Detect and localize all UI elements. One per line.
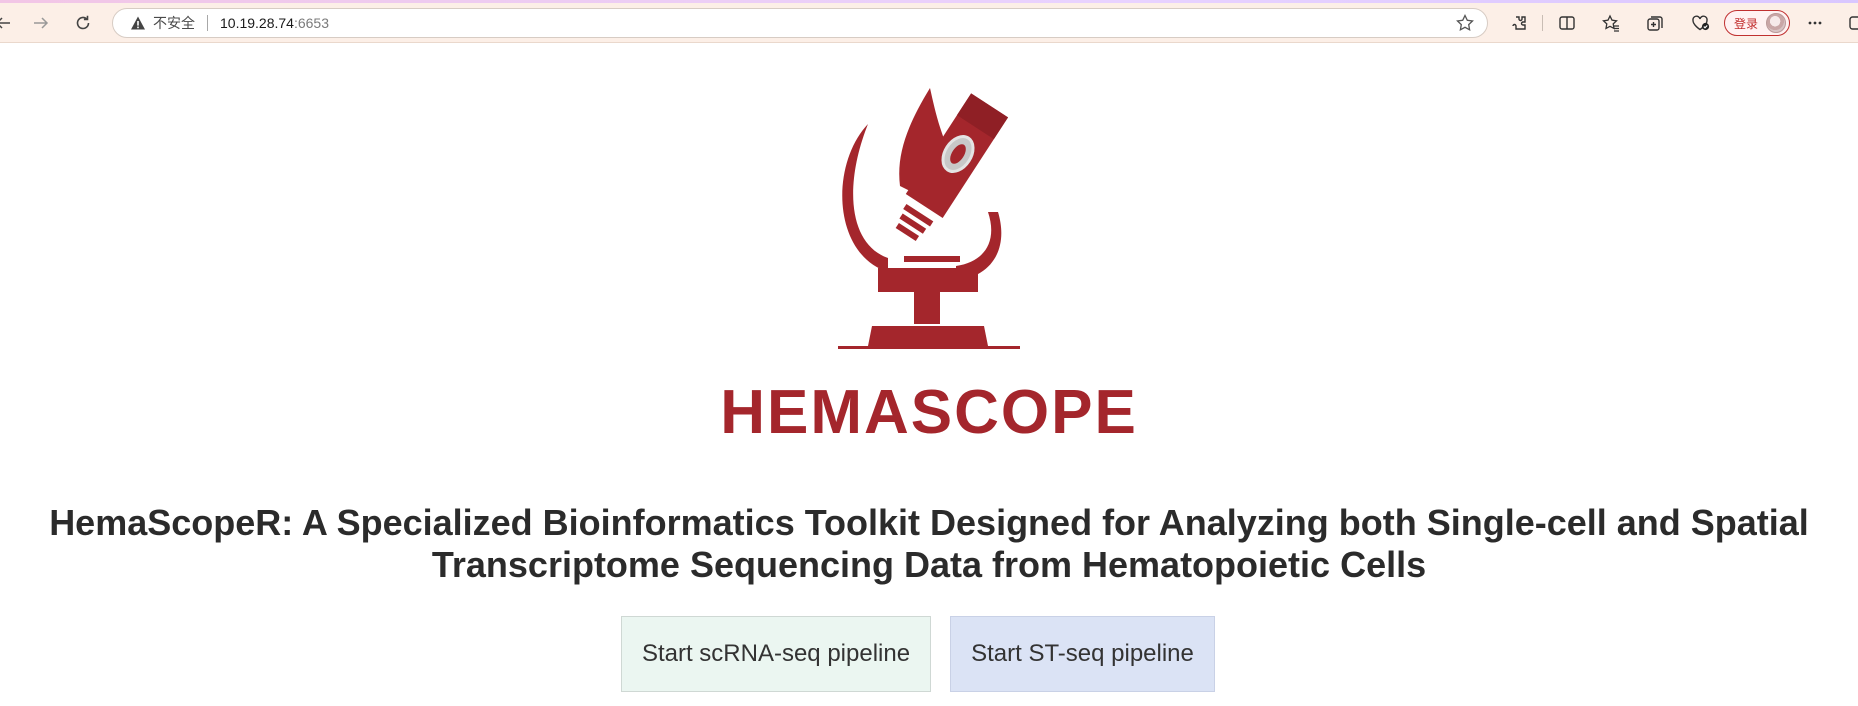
browser-toolbar: 不安全 10.19.28.74:6653 登录 — [0, 3, 1858, 43]
page-title: HemaScopeR: A Specialized Bioinformatics… — [49, 502, 1809, 585]
toolbar-divider — [1542, 15, 1543, 31]
split-screen-icon[interactable] — [1552, 9, 1582, 37]
avatar — [1766, 13, 1786, 33]
more-icon[interactable] — [1800, 9, 1830, 37]
warning-icon[interactable] — [129, 14, 147, 32]
collections-icon[interactable] — [1640, 9, 1670, 37]
url-port[interactable]: :6653 — [294, 15, 329, 31]
address-bar[interactable]: 不安全 10.19.28.74:6653 — [112, 8, 1488, 38]
hemascope-logo — [838, 84, 1020, 358]
browser-essentials-icon[interactable] — [1686, 9, 1716, 37]
back-icon[interactable] — [0, 9, 18, 37]
reload-icon[interactable] — [68, 9, 98, 37]
start-scrna-seq-button[interactable]: Start scRNA-seq pipeline — [621, 616, 931, 692]
login-button[interactable]: 登录 — [1724, 10, 1790, 36]
forward-icon[interactable] — [26, 9, 56, 37]
insecure-label[interactable]: 不安全 — [153, 13, 195, 33]
address-divider — [207, 15, 208, 31]
extensions-icon[interactable] — [1504, 9, 1534, 37]
star-icon[interactable] — [1455, 13, 1475, 33]
brand-wordmark: HEMASCOPE — [720, 378, 1138, 447]
copilot-icon[interactable] — [1842, 9, 1858, 37]
url-host[interactable]: 10.19.28.74 — [220, 15, 294, 31]
start-st-seq-button[interactable]: Start ST-seq pipeline — [950, 616, 1215, 692]
favorites-icon[interactable] — [1596, 9, 1626, 37]
login-label: 登录 — [1734, 16, 1759, 31]
